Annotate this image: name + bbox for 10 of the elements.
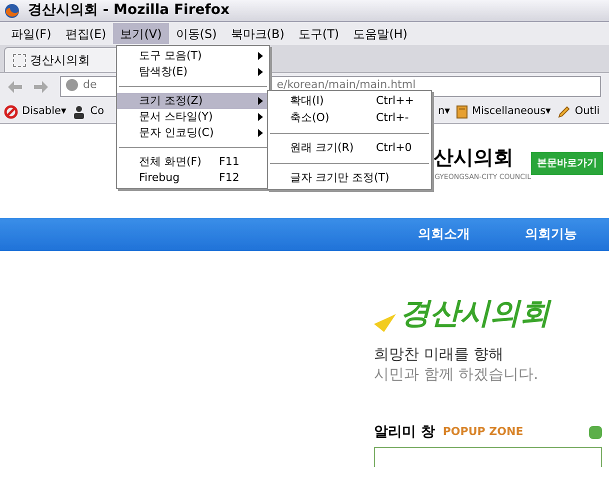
slogan-logo: 경산시의회 bbox=[400, 296, 550, 332]
popup-title: 알리미 창 bbox=[374, 423, 435, 442]
slogan-text: 희망찬 미래를 향해 bbox=[374, 344, 505, 364]
popup-subtitle: POPUP ZONE bbox=[442, 424, 524, 440]
site-logo-text: 산시의회 bbox=[434, 144, 515, 171]
address-text: de bbox=[83, 78, 97, 91]
tab-title: 경산시의회 bbox=[30, 52, 90, 69]
address-text: e/korean/main/main.html bbox=[276, 78, 416, 91]
slogan-text: 시민과 함께 하겠습니다. bbox=[374, 364, 540, 384]
window-title: 경산시의회 - Mozilla Firefox bbox=[28, 1, 230, 20]
